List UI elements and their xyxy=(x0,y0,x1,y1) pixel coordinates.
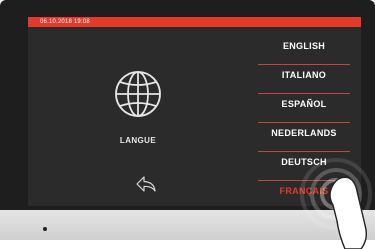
status-datetime: 06.10.2018 19:08 xyxy=(40,19,90,25)
page-title: LANGUE xyxy=(119,136,157,145)
language-list: ENGLISH ITALIANO ESPAÑOL NEDERLANDS DEUT… xyxy=(258,36,350,206)
language-option-italiano[interactable]: ITALIANO xyxy=(258,65,350,94)
language-option-english[interactable]: ENGLISH xyxy=(258,36,350,65)
status-bar: 06.10.2018 19:08 xyxy=(28,17,361,27)
language-option-nederlands[interactable]: NEDERLANDS xyxy=(258,123,350,152)
language-option-espanol[interactable]: ESPAÑOL xyxy=(258,94,350,123)
globe-icon xyxy=(115,71,161,117)
touch-screen: 06.10.2018 19:08 LANGUE ENGLISH ITALIANO… xyxy=(28,17,361,206)
intercom-device: 06.10.2018 19:08 LANGUE ENGLISH ITALIANO… xyxy=(0,0,375,228)
status-led xyxy=(43,227,47,231)
language-option-deutsch[interactable]: DEUTSCH xyxy=(258,152,350,181)
back-arrow-icon[interactable] xyxy=(135,175,157,193)
device-bezel-bottom xyxy=(0,210,375,240)
language-option-francais[interactable]: FRANÇAIS xyxy=(258,181,350,206)
